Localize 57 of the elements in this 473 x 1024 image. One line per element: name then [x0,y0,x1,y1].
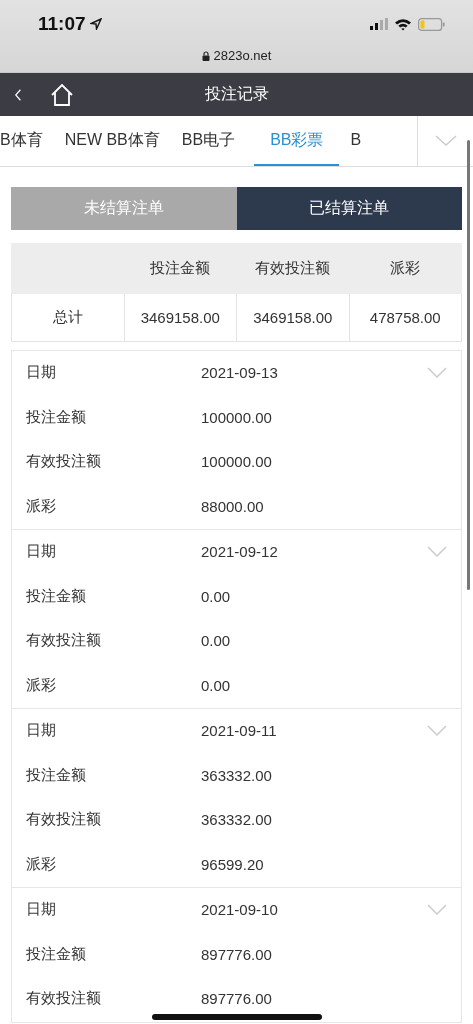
field-label: 有效投注额 [26,989,102,1009]
table-cell: 3469158.00 [236,293,349,342]
field-value: 363332.00 [201,766,272,784]
column-header: 派彩 [349,243,462,294]
field-value: 0.00 [201,587,231,605]
chevron-down-icon[interactable] [434,135,457,147]
battery-icon [418,17,445,31]
field-value: 2021-09-11 [201,722,277,740]
field-value: 100000.00 [201,453,272,471]
field-label: 投注金额 [26,944,87,964]
table-cell: 3469158.00 [124,293,237,342]
field-value: 2021-09-12 [201,543,278,561]
column-header: 投注金额 [124,243,237,294]
field-value: 2021-09-13 [201,364,278,382]
field-label: 有效投注额 [26,810,102,830]
field-label: 派彩 [26,854,57,874]
tab[interactable]: BB电子 [170,116,247,166]
field-value: 88000.00 [201,497,264,515]
chevron-down-icon[interactable] [427,546,447,558]
field-label: 日期 [26,721,57,741]
field-value: 363332.00 [201,811,272,829]
field-value: 96599.20 [201,855,264,873]
home-icon[interactable] [50,82,74,107]
segment-tab[interactable]: 已结算注单 [236,187,462,230]
lock-icon [201,50,210,61]
table-cell: 478758.00 [349,293,462,342]
field-label: 派彩 [26,496,57,516]
field-label: 投注金额 [26,765,87,785]
field-label: 日期 [26,542,57,562]
tab[interactable]: B [339,116,373,166]
location-arrow-icon [89,18,102,30]
url-text[interactable]: 2823o.net [213,48,272,63]
field-label: 有效投注额 [26,452,102,472]
chevron-down-icon[interactable] [427,367,447,379]
column-header: 有效投注额 [236,243,349,294]
field-label: 日期 [26,363,57,383]
field-label: 有效投注额 [26,631,102,651]
field-label: 投注金额 [26,586,87,606]
page-title: 投注记录 [204,85,269,102]
chevron-down-icon[interactable] [427,725,447,737]
tab[interactable]: BB彩票 [254,116,340,166]
chevron-down-icon[interactable] [427,904,447,916]
tab[interactable]: B体育 [0,116,54,166]
field-value: 2021-09-10 [201,901,278,919]
field-value: 0.00 [201,632,231,650]
tab[interactable]: NEW BB体育 [53,116,171,166]
field-label: 派彩 [26,675,57,695]
table-cell: 总计 [11,293,124,342]
field-value: 100000.00 [201,408,272,426]
clock: 11:07 [38,13,86,35]
wifi-icon [394,17,412,31]
signal-icon [370,18,388,30]
field-value: 897776.00 [201,990,272,1008]
field-value: 897776.00 [201,945,272,963]
field-value: 0.00 [201,676,231,694]
field-label: 投注金额 [26,407,87,427]
field-label: 日期 [26,900,57,920]
